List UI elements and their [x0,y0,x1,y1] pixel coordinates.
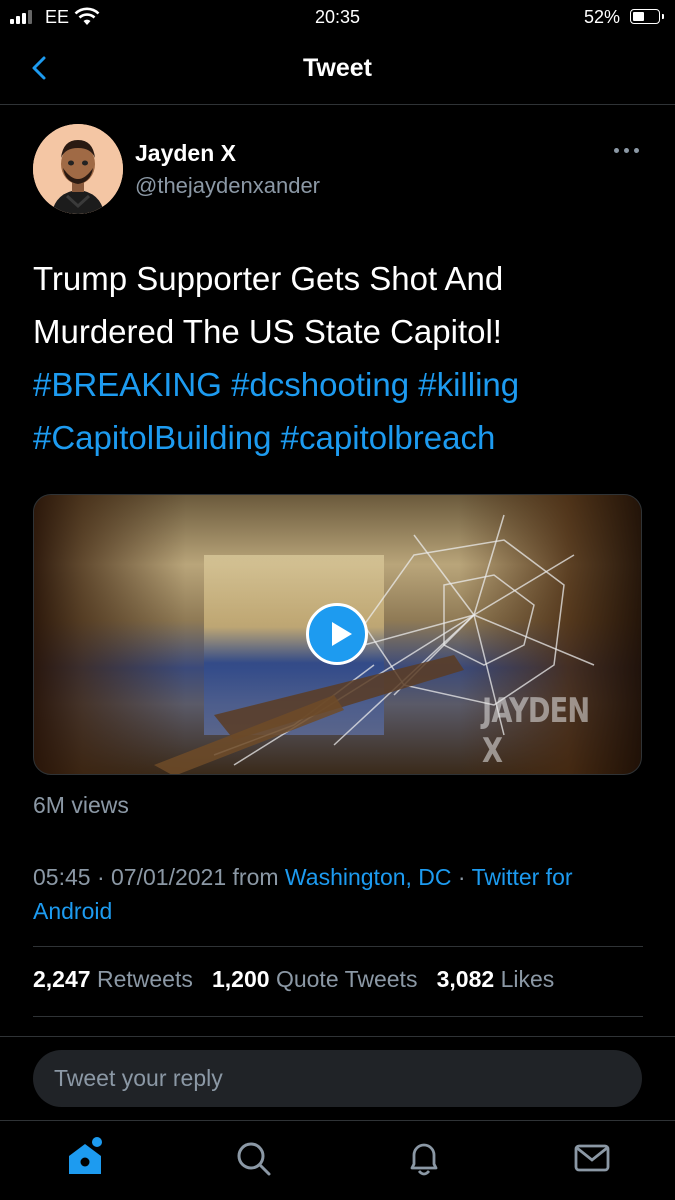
retweets-count: 2,247 [33,966,91,992]
search-icon[interactable] [232,1136,276,1180]
divider [0,1036,675,1037]
likes-count: 3,082 [436,966,495,992]
status-bar: EE 20:35 52% [0,0,675,36]
from-label: from [232,864,279,890]
quotes-label: Quote Tweets [275,966,418,992]
divider [0,1120,675,1121]
hashtag-capitolbuilding[interactable]: #CapitolBuilding [33,419,272,456]
hashtag-dcshooting[interactable]: #dcshooting [231,366,409,403]
video-watermark: JAYDEN X [482,691,590,771]
clock: 20:35 [314,7,361,27]
home-icon[interactable] [63,1136,107,1180]
likes-label: Likes [500,966,555,992]
tweet-body: Trump Supporter Gets Shot And Murdered T… [33,260,504,350]
retweets-stat[interactable]: 2,247 Retweets [33,966,193,992]
video-thumbnail[interactable]: JAYDEN X [33,494,642,775]
quote-tweets-stat[interactable]: 1,200 Quote Tweets [212,966,417,992]
avatar[interactable] [33,124,123,214]
tweet-date: 07/01/2021 [111,864,227,890]
location-link[interactable]: Washington, DC [285,864,452,890]
author-name[interactable]: Jayden X [135,140,236,167]
tweet-meta: 05:45 · 07/01/2021 from Washington, DC ·… [33,864,573,924]
hashtag-capitolbreach[interactable]: #capitolbreach [281,419,496,456]
view-count: 6M views [33,792,129,818]
play-icon[interactable] [306,603,368,665]
likes-stat[interactable]: 3,082 Likes [437,966,555,992]
engagement-stats: 2,247 Retweets 1,200 Quote Tweets 3,082 … [33,966,554,993]
hashtag-killing[interactable]: #killing [418,366,519,403]
quotes-count: 1,200 [212,966,270,992]
tweet-time: 05:45 [33,864,91,890]
divider [33,1016,643,1017]
divider [33,946,643,947]
author-handle[interactable]: @thejaydenxander [135,173,320,199]
more-horizontal-icon[interactable] [614,148,640,156]
notifications-icon[interactable] [402,1136,446,1180]
hashtag-breaking[interactable]: #BREAKING [33,366,222,403]
reply-input[interactable]: Tweet your reply [33,1050,642,1107]
battery-icon [630,9,664,24]
nav-header: Tweet [0,36,675,105]
tweet-text: Trump Supporter Gets Shot And Murdered T… [33,252,653,464]
reply-placeholder: Tweet your reply [54,1065,223,1091]
retweets-label: Retweets [96,966,193,992]
messages-icon[interactable] [570,1136,614,1180]
page-title: Tweet [303,54,372,82]
battery-percent: 52% [583,7,620,27]
